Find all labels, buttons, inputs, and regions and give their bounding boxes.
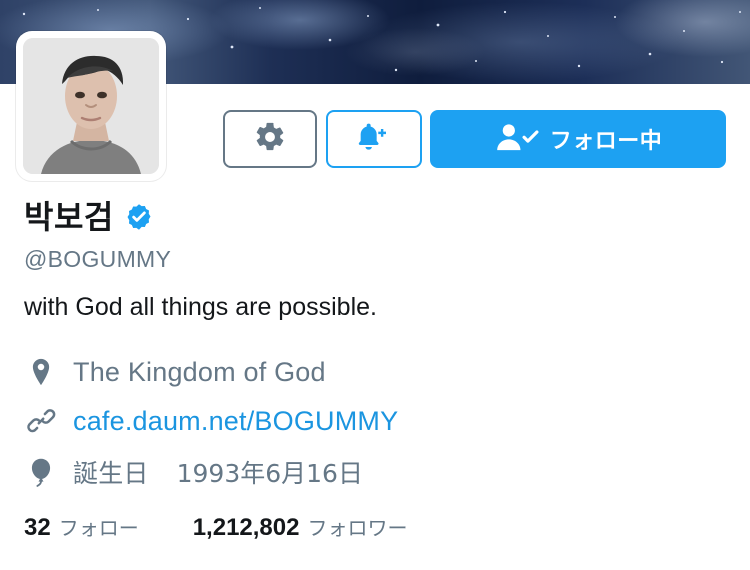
bell-plus-icon (354, 120, 394, 158)
verified-icon (124, 202, 154, 232)
profile-url-row: cafe.daum.net/BOGUMMY (24, 404, 398, 438)
followers-count: 1,212,802 (192, 514, 300, 541)
profile-location-row: The Kingdom of God (24, 355, 326, 389)
profile-url[interactable]: cafe.daum.net/BOGUMMY (73, 406, 398, 437)
profile-avatar (23, 38, 159, 174)
profile-stats: 32 フォロー 1,212,802 フォロワー (24, 512, 461, 542)
following-count: 32 (24, 514, 51, 541)
avatar[interactable] (23, 38, 159, 174)
following-stat[interactable]: 32 フォロー (24, 512, 139, 542)
notification-button[interactable] (326, 110, 422, 168)
following-button-label: フォロー中 (549, 129, 663, 154)
display-name: 박보검 (24, 198, 114, 236)
balloon-icon (24, 455, 58, 489)
user-check-icon (494, 121, 544, 157)
profile-birthday-row: 誕生日 1993年6月16日 (24, 454, 363, 490)
following-button[interactable]: フォロー中 (430, 110, 726, 168)
following-label: フォロー (58, 516, 139, 540)
followers-stat[interactable]: 1,212,802 フォロワー (193, 512, 408, 542)
profile-birthday-value: 1993年6月16日 (176, 459, 363, 488)
profile-bio: with God all things are possible. (24, 293, 377, 321)
profile-handle: @BOGUMMY (24, 246, 172, 272)
profile-birthday-label: 誕生日 (73, 459, 149, 488)
followers-label: フォロワー (307, 516, 408, 540)
profile-location: The Kingdom of God (73, 356, 326, 387)
display-name-row: 박보검 (24, 192, 154, 238)
gear-icon (253, 120, 287, 158)
location-pin-icon (24, 355, 58, 389)
avatar-frame (16, 31, 166, 181)
settings-button[interactable] (223, 110, 317, 168)
link-icon (24, 404, 58, 438)
